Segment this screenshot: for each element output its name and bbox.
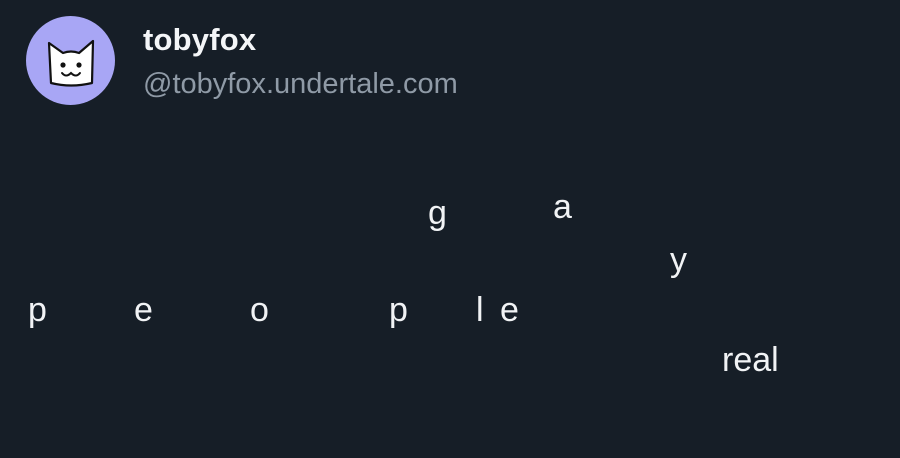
post-word-real: real xyxy=(722,341,779,379)
post-letter-g: g xyxy=(428,194,447,232)
user-handle[interactable]: @tobyfox.undertale.com xyxy=(143,68,458,101)
post-letter-p: p xyxy=(389,291,408,329)
post-letter-e: e xyxy=(500,291,519,329)
post-card: tobyfox @tobyfox.undertale.com g a y p e… xyxy=(0,0,900,458)
post-letter-p: p xyxy=(28,291,47,329)
display-name[interactable]: tobyfox xyxy=(143,22,256,58)
avatar[interactable] xyxy=(26,16,115,105)
cat-face-avatar-icon xyxy=(47,39,94,87)
post-letter-y: y xyxy=(670,241,687,279)
post-letter-a: a xyxy=(553,188,572,226)
post-letter-l: l xyxy=(476,291,484,329)
post-letter-e: e xyxy=(134,291,153,329)
post-letter-o: o xyxy=(250,291,269,329)
